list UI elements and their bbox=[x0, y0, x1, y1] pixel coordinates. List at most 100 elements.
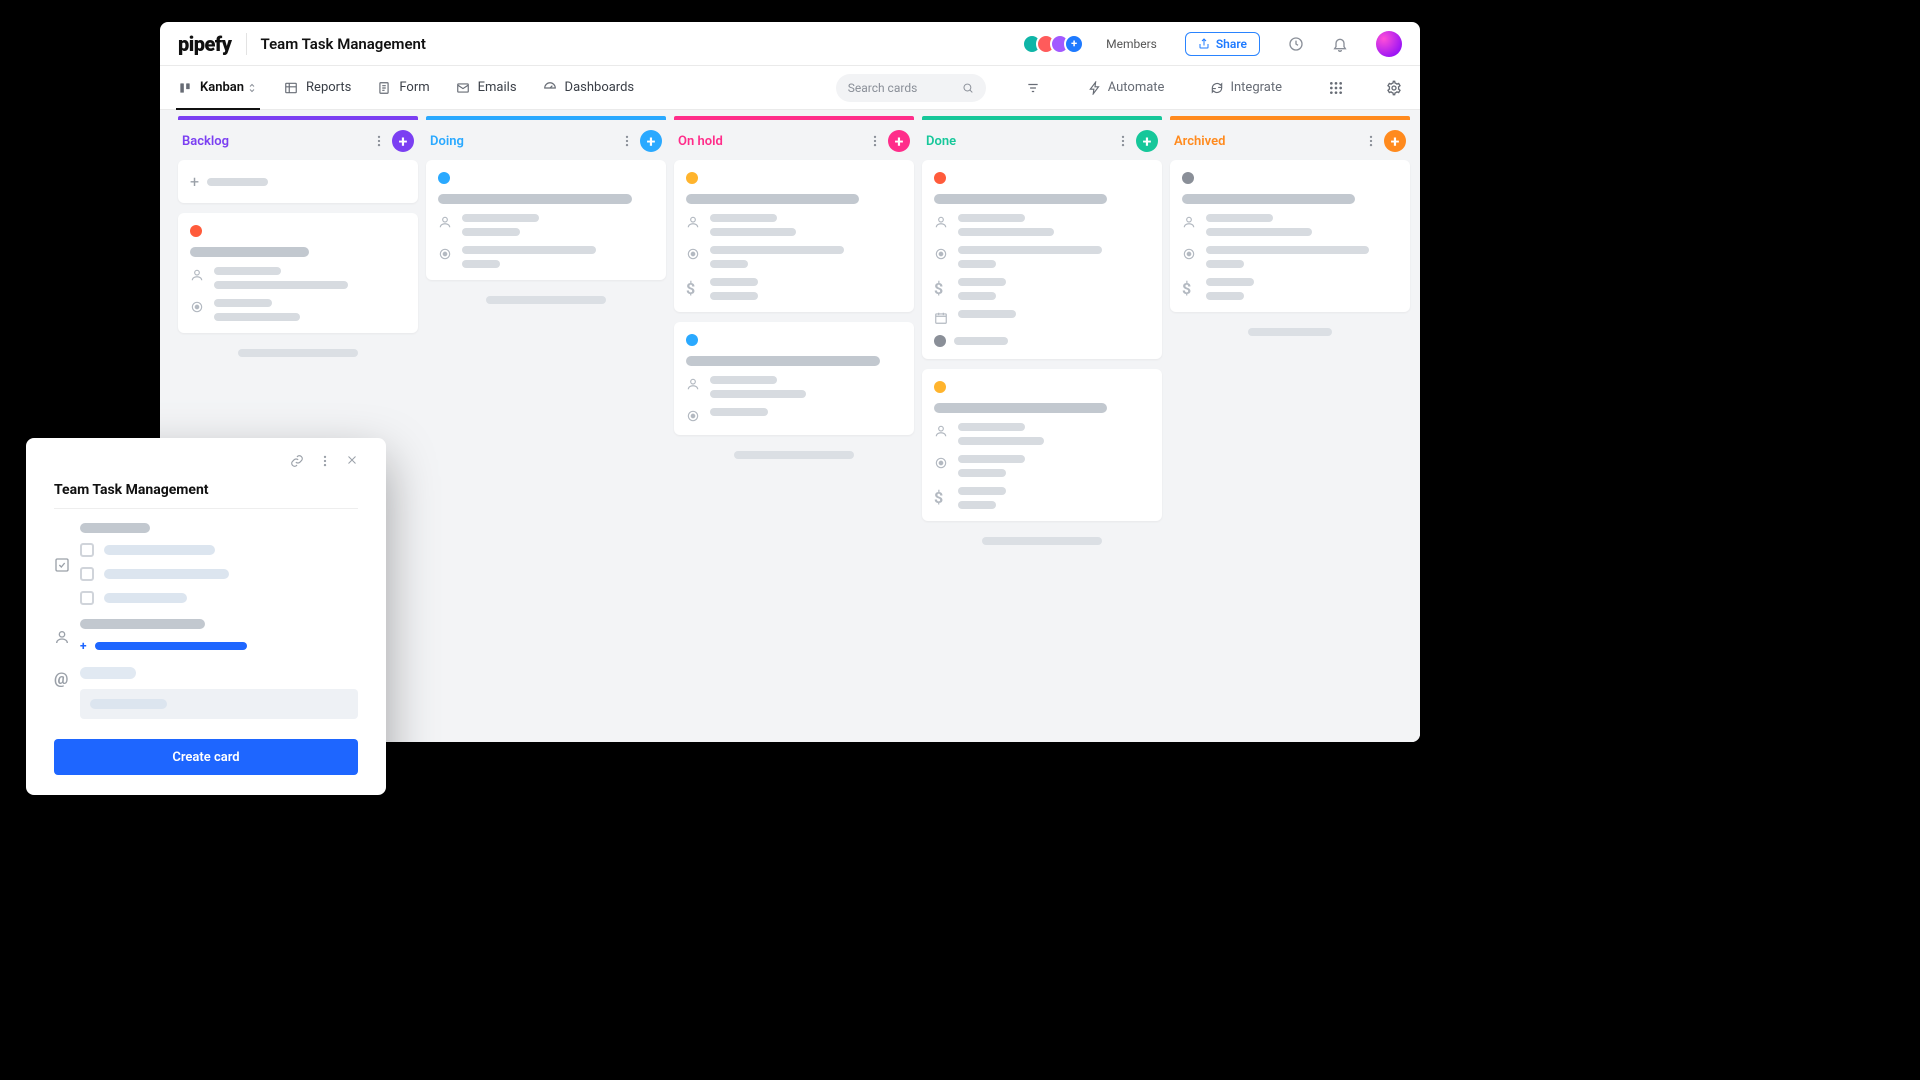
user-icon bbox=[934, 215, 948, 229]
checklist-item[interactable] bbox=[80, 543, 358, 557]
create-card-button[interactable]: Create card bbox=[54, 739, 358, 775]
tab-kanban[interactable]: Kanban bbox=[178, 66, 258, 109]
viewbar: Kanban Reports Form Emails Dashboards Au… bbox=[160, 66, 1420, 110]
plus-icon: + bbox=[190, 172, 199, 191]
create-card-modal: Team Task Management + @ Create card bbox=[26, 438, 386, 795]
column-menu-icon[interactable] bbox=[620, 134, 634, 148]
search-field[interactable] bbox=[848, 81, 954, 95]
radio-icon bbox=[190, 300, 204, 314]
tab-dashboards[interactable]: Dashboards bbox=[543, 66, 635, 109]
divider bbox=[246, 33, 247, 55]
card[interactable] bbox=[178, 213, 418, 333]
tab-label: Form bbox=[399, 80, 429, 95]
checklist-item[interactable] bbox=[80, 591, 358, 605]
mail-icon bbox=[456, 81, 470, 95]
link-icon[interactable] bbox=[290, 454, 304, 468]
checklist-item[interactable] bbox=[80, 567, 358, 581]
column-add-button[interactable]: + bbox=[392, 130, 414, 152]
column-doing: Doing + bbox=[426, 110, 666, 734]
tag-dot bbox=[934, 335, 946, 347]
filter-icon[interactable] bbox=[1026, 81, 1040, 95]
history-icon[interactable] bbox=[1288, 36, 1304, 52]
members-link[interactable]: Members bbox=[1106, 37, 1157, 51]
user-icon bbox=[934, 424, 948, 438]
tab-label: Reports bbox=[306, 80, 351, 95]
column-add-button[interactable]: + bbox=[1384, 130, 1406, 152]
add-assignee[interactable]: + bbox=[80, 639, 358, 653]
bolt-icon bbox=[1088, 81, 1102, 95]
tab-label: Emails bbox=[478, 80, 517, 95]
share-button[interactable]: Share bbox=[1185, 32, 1260, 56]
radio-icon bbox=[686, 247, 700, 261]
apps-icon[interactable] bbox=[1328, 80, 1344, 96]
column-menu-icon[interactable] bbox=[372, 134, 386, 148]
radio-icon bbox=[1182, 247, 1196, 261]
tab-emails[interactable]: Emails bbox=[456, 66, 517, 109]
column-footer bbox=[982, 537, 1102, 545]
radio-icon bbox=[686, 409, 700, 423]
text-input[interactable] bbox=[80, 689, 358, 719]
column-footer bbox=[238, 349, 358, 357]
bell-icon[interactable] bbox=[1332, 36, 1348, 52]
user-icon bbox=[1182, 215, 1196, 229]
pipe-title: Team Task Management bbox=[261, 35, 426, 53]
search-input[interactable] bbox=[836, 74, 986, 102]
user-icon bbox=[686, 215, 700, 229]
integrate-button[interactable]: Integrate bbox=[1210, 80, 1282, 95]
close-icon[interactable] bbox=[346, 454, 358, 468]
user-avatar[interactable] bbox=[1376, 31, 1402, 57]
gear-icon[interactable] bbox=[1386, 80, 1402, 96]
card[interactable]: $ bbox=[922, 160, 1162, 359]
column-footer bbox=[734, 451, 854, 459]
column-add-button[interactable]: + bbox=[1136, 130, 1158, 152]
card[interactable] bbox=[426, 160, 666, 280]
more-icon[interactable] bbox=[318, 454, 332, 468]
modal-title: Team Task Management bbox=[54, 482, 358, 509]
user-icon bbox=[190, 268, 204, 282]
column-add-button[interactable]: + bbox=[640, 130, 662, 152]
logo[interactable]: pipefy bbox=[178, 32, 232, 56]
member-avatars[interactable]: + bbox=[1028, 34, 1084, 54]
kanban-icon bbox=[178, 81, 192, 95]
column-menu-icon[interactable] bbox=[1364, 134, 1378, 148]
avatar-more[interactable]: + bbox=[1064, 34, 1084, 54]
column-onhold: On hold + $ bbox=[674, 110, 914, 734]
sort-icon[interactable] bbox=[246, 82, 258, 94]
calendar-icon bbox=[934, 311, 948, 325]
integrate-label: Integrate bbox=[1230, 80, 1282, 95]
topbar: pipefy Team Task Management + Members Sh… bbox=[160, 22, 1420, 66]
automate-label: Automate bbox=[1108, 80, 1165, 95]
column-title: On hold bbox=[678, 134, 862, 149]
tab-reports[interactable]: Reports bbox=[284, 66, 351, 109]
tab-form[interactable]: Form bbox=[377, 66, 429, 109]
column-menu-icon[interactable] bbox=[1116, 134, 1130, 148]
dollar-icon: $ bbox=[934, 279, 948, 298]
column-footer bbox=[486, 296, 606, 304]
column-add-button[interactable]: + bbox=[888, 130, 910, 152]
tab-label: Kanban bbox=[200, 80, 244, 95]
search-icon bbox=[962, 81, 974, 95]
label-dot bbox=[934, 381, 946, 393]
card[interactable]: $ bbox=[1170, 160, 1410, 312]
dollar-icon: $ bbox=[686, 279, 700, 298]
dollar-icon: $ bbox=[1182, 279, 1196, 298]
card[interactable]: $ bbox=[674, 160, 914, 312]
mention-pill[interactable] bbox=[80, 667, 136, 679]
user-icon bbox=[438, 215, 452, 229]
column-title: Doing bbox=[430, 134, 614, 149]
column-done: Done + $ $ bbox=[922, 110, 1162, 734]
column-menu-icon[interactable] bbox=[868, 134, 882, 148]
card[interactable] bbox=[674, 322, 914, 435]
radio-icon bbox=[934, 456, 948, 470]
quick-create-card[interactable]: + bbox=[178, 160, 418, 203]
column-title: Done bbox=[926, 134, 1110, 149]
column-archived: Archived + $ bbox=[1170, 110, 1410, 734]
card[interactable]: $ bbox=[922, 369, 1162, 521]
label-dot bbox=[438, 172, 450, 184]
label-dot bbox=[190, 225, 202, 237]
checklist-icon bbox=[54, 525, 70, 605]
automate-button[interactable]: Automate bbox=[1088, 80, 1165, 95]
label-dot bbox=[934, 172, 946, 184]
share-icon bbox=[1198, 38, 1210, 50]
user-icon bbox=[54, 621, 70, 653]
